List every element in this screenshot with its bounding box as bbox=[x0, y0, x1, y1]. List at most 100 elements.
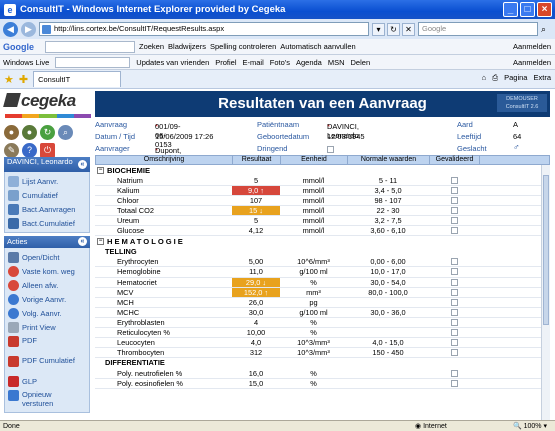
patient-panel-header[interactable]: DAVINCI, Leonardo « bbox=[4, 157, 90, 172]
action-vorige-aanvr[interactable]: Vorige Aanvr. bbox=[5, 292, 89, 306]
tab-consultit[interactable]: ConsultIT bbox=[33, 71, 122, 87]
cumulative-icon bbox=[8, 189, 19, 201]
test-unit: 10^3/mm³ bbox=[297, 348, 330, 358]
links-toolbar: Windows Live Updates van vrienden Profie… bbox=[0, 55, 555, 70]
validated-checkbox bbox=[429, 318, 479, 327]
action-opnieuw-versturen[interactable]: Opnieuw versturen bbox=[5, 388, 89, 410]
windows-live-button[interactable]: Windows Live bbox=[3, 58, 49, 67]
action-alleen-afw[interactable]: Alleen afw. bbox=[5, 278, 89, 292]
action-glp[interactable]: GLP bbox=[5, 374, 89, 388]
google-zoeken-button[interactable]: Zoeken bbox=[139, 42, 164, 51]
test-normal-range: 5 - 11 bbox=[378, 175, 398, 185]
search-results-icon[interactable]: ⌕ bbox=[58, 125, 73, 140]
add-favorite-icon[interactable]: ✚ bbox=[19, 73, 28, 86]
link-msn[interactable]: MSN bbox=[328, 58, 345, 67]
cegeka-logo: cegeka bbox=[3, 91, 76, 115]
forward-icon[interactable]: ▶ bbox=[21, 21, 36, 37]
minimize-icon[interactable]: _ bbox=[503, 2, 518, 17]
tools-icon[interactable]: ✎ bbox=[4, 143, 19, 158]
test-name: Natrium bbox=[117, 175, 143, 185]
url-field[interactable]: http://lins.cortex.be/ConsultIT/RequestR… bbox=[39, 22, 369, 36]
patient-label: Patiëntnaam bbox=[257, 120, 300, 129]
action-volg-aanvr[interactable]: Volg. Aanvr. bbox=[5, 306, 89, 320]
group-icon[interactable]: ● bbox=[22, 125, 37, 140]
action-vaste-kom-weg[interactable]: Vaste kom. weg bbox=[5, 264, 89, 278]
test-result: 5 bbox=[253, 175, 259, 185]
table-row: Natrium 5 mmol/l 5 - 11 bbox=[95, 176, 550, 186]
test-normal-range: 30,0 - 54,0 bbox=[370, 277, 406, 287]
test-normal-range: 80,0 - 100,0 bbox=[368, 287, 408, 297]
test-unit: % bbox=[310, 328, 317, 337]
user-version-badge: DEMOUSER ConsultIT 2.6 bbox=[497, 94, 547, 112]
help-icon[interactable]: ? bbox=[22, 143, 37, 158]
link-profiel[interactable]: Profiel bbox=[215, 58, 236, 67]
acties-panel-header[interactable]: Acties « bbox=[4, 236, 90, 248]
validated-checkbox bbox=[429, 226, 479, 235]
print-view-icon bbox=[8, 321, 19, 333]
google-search-input[interactable] bbox=[45, 40, 135, 53]
action-open-dicht[interactable]: Open/Dicht bbox=[5, 250, 89, 264]
table-scrollbar[interactable] bbox=[541, 165, 550, 420]
validated-checkbox bbox=[429, 216, 479, 225]
test-result: 4,12 bbox=[248, 226, 264, 236]
window-controls: _ □ × bbox=[503, 2, 552, 17]
patients-icon[interactable]: ● bbox=[4, 125, 19, 140]
collapse-minus-icon[interactable]: − bbox=[97, 237, 104, 245]
logout-icon[interactable]: ⏻ bbox=[40, 143, 55, 158]
google-signin-button[interactable]: Aanmelden bbox=[513, 42, 551, 51]
action-print-view[interactable]: Print View bbox=[5, 320, 89, 334]
male-icon: ♂ bbox=[513, 142, 520, 152]
action-pdf[interactable]: PDF bbox=[5, 334, 89, 354]
link-fotos[interactable]: Foto's bbox=[270, 58, 290, 67]
test-name: Poly. neutrofielen % bbox=[117, 368, 183, 378]
test-unit: pg bbox=[309, 297, 318, 307]
search-icon[interactable]: ⌕ bbox=[541, 24, 546, 35]
collapse-acties-icon[interactable]: « bbox=[78, 237, 87, 246]
extra-menu[interactable]: Extra bbox=[533, 73, 551, 83]
google-autofill-button[interactable]: Automatisch aanvullen bbox=[280, 42, 355, 51]
close-icon[interactable]: × bbox=[537, 2, 552, 17]
zoom-level[interactable]: 🔍 100% ▾ bbox=[513, 422, 547, 430]
table-row: Poly. eosinofielen % 15,0% bbox=[95, 379, 550, 390]
url-text: http://lins.cortex.be/ConsultIT/RequestR… bbox=[54, 24, 225, 33]
section-hematologie[interactable]: − HEMATOLOGIE bbox=[95, 236, 550, 247]
google-spelling-button[interactable]: Spelling controleren bbox=[210, 42, 276, 51]
sidebar-item-lijst-aanvr[interactable]: Lijst Aanvr. bbox=[5, 174, 89, 188]
link-delen[interactable]: Delen bbox=[351, 58, 371, 67]
collapse-icon[interactable]: « bbox=[78, 160, 87, 169]
test-unit: mmol/l bbox=[302, 175, 325, 185]
link-updates[interactable]: Updates van vrienden bbox=[136, 58, 209, 67]
action-pdf-cumulatief[interactable]: PDF Cumulatief bbox=[5, 354, 89, 374]
sidebar-item-bact-aanvragen[interactable]: Bact.Aanvragen bbox=[5, 202, 89, 216]
link-agenda[interactable]: Agenda bbox=[296, 58, 322, 67]
google-bladwijzers-button[interactable]: Bladwijzers bbox=[168, 42, 206, 51]
favorites-star-icon[interactable]: ★ bbox=[4, 73, 14, 86]
sidebar-item-cumulatief[interactable]: Cumulatief bbox=[5, 188, 89, 202]
search-placeholder: Google bbox=[422, 24, 447, 33]
pagina-menu[interactable]: Pagina bbox=[504, 73, 527, 83]
action-label: PDF bbox=[22, 336, 37, 345]
test-result: 312 bbox=[249, 348, 263, 358]
dropdown-icon[interactable]: ▾ bbox=[372, 22, 385, 36]
link-email[interactable]: E-mail bbox=[243, 58, 264, 67]
table-row: Hematocriet 29,0 ↓% 30,0 - 54,0 bbox=[95, 277, 550, 288]
scrollbar-thumb[interactable] bbox=[543, 175, 549, 325]
test-result: 16,0 bbox=[248, 368, 264, 378]
windows-live-input[interactable] bbox=[55, 56, 131, 68]
home-icon[interactable]: ⌂ bbox=[482, 73, 487, 83]
section-biochemie[interactable]: − BIOCHEMIE bbox=[95, 165, 550, 176]
print-icon[interactable]: ⎙ bbox=[492, 73, 498, 83]
maximize-icon[interactable]: □ bbox=[520, 2, 535, 17]
sidebar-item-bact-cumulatief[interactable]: Bact.Cumulatief bbox=[5, 216, 89, 230]
search-input[interactable]: Google bbox=[418, 22, 538, 36]
test-name: MCH bbox=[117, 297, 134, 307]
collapse-minus-icon[interactable]: − bbox=[97, 166, 104, 174]
stop-icon[interactable]: ✕ bbox=[402, 22, 415, 36]
test-normal-range: 3,4 - 5,0 bbox=[374, 185, 402, 195]
refresh-icon[interactable]: ↻ bbox=[387, 22, 400, 36]
link-aanmelden[interactable]: Aanmelden bbox=[513, 58, 551, 67]
test-name: Reticulocyten % bbox=[117, 328, 170, 337]
window-titlebar: e ConsultIT - Windows Internet Explorer … bbox=[0, 0, 555, 19]
back-icon[interactable]: ◀ bbox=[3, 21, 18, 37]
refresh-data-icon[interactable]: ↻ bbox=[40, 125, 55, 140]
